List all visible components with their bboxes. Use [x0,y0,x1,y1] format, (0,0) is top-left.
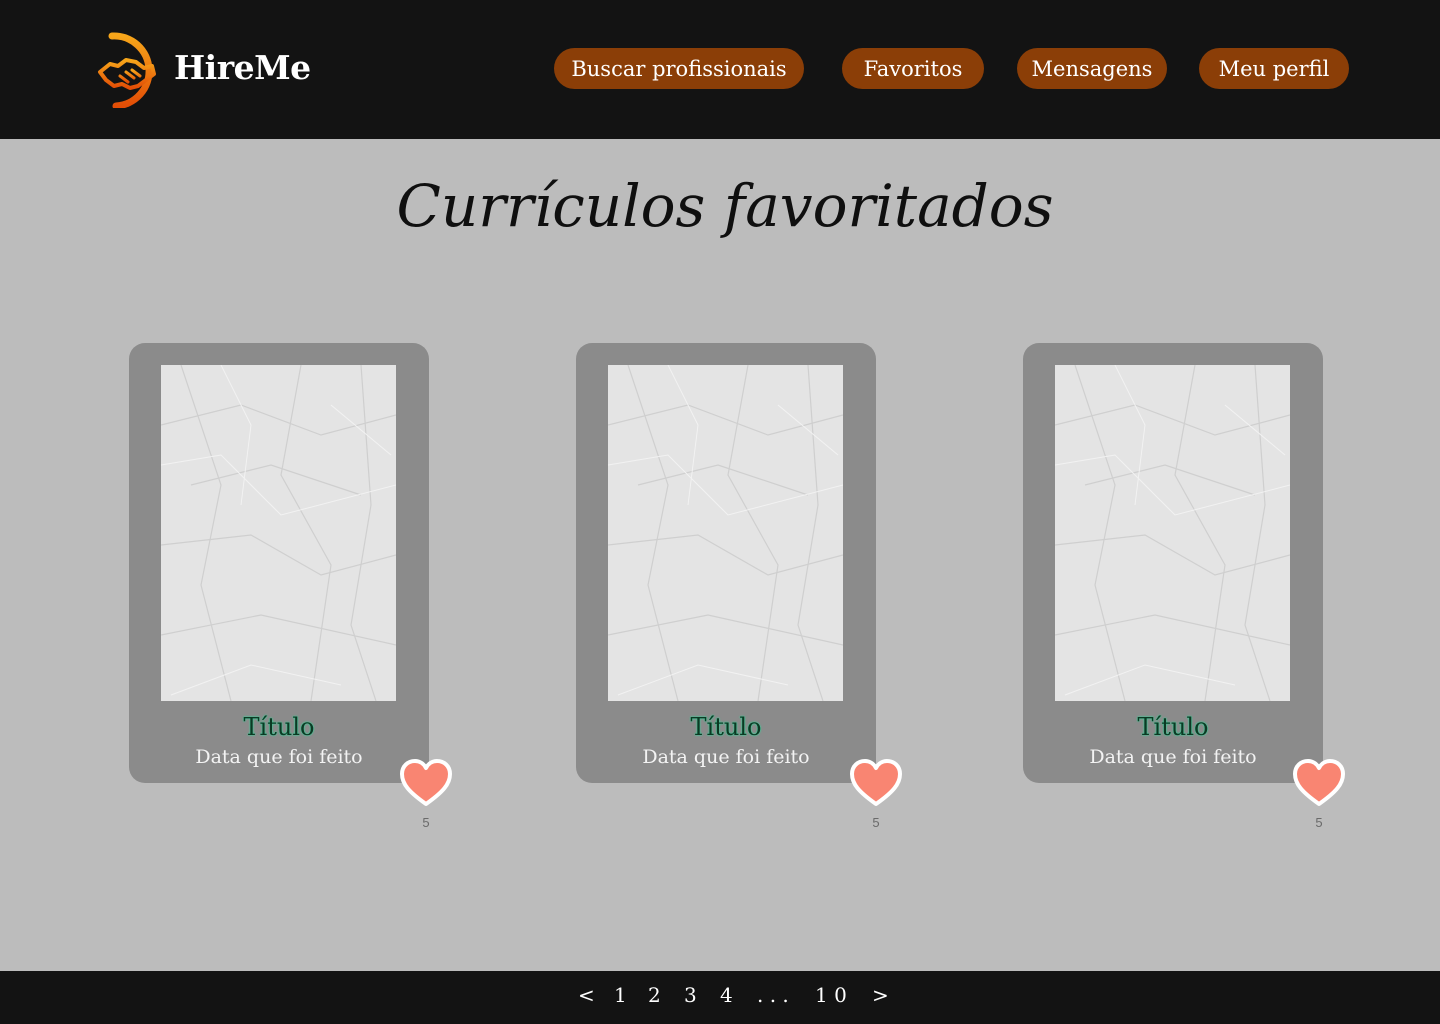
pagination-page-2[interactable]: 2 [648,980,661,1010]
pagination-prev-button[interactable]: < [578,980,595,1010]
pagination-page-4[interactable]: 4 [720,980,733,1010]
favorite-count: 5 [872,815,880,830]
favorite-count: 5 [1315,815,1323,830]
resume-card[interactable]: Título Data que foi feito [576,343,876,783]
handshake-icon[interactable] [96,30,164,110]
heart-icon[interactable] [849,758,903,808]
brand-name[interactable]: HireMe [174,48,311,87]
pagination-next-button[interactable]: > [872,980,889,1010]
nav-buscar-profissionais-button[interactable]: Buscar profissionais [554,48,804,89]
resume-date: Data que foi feito [642,746,810,768]
resume-title: Título [1137,713,1209,741]
resume-date: Data que foi feito [1089,746,1257,768]
resume-date: Data que foi feito [195,746,363,768]
top-navbar: HireMe Buscar profissionais Favoritos Me… [0,0,1440,139]
pagination-page-last[interactable]: 1 0 [815,980,847,1010]
pagination-ellipsis: . . . [757,983,789,1007]
page-title: Currículos favoritados [396,172,1054,240]
resume-thumbnail[interactable] [608,365,843,701]
resume-card[interactable]: Título Data que foi feito [129,343,429,783]
pagination-page-1[interactable]: 1 [614,980,627,1010]
nav-favoritos-button[interactable]: Favoritos [842,48,984,89]
resume-title: Título [690,713,762,741]
resume-card[interactable]: Título Data que foi feito [1023,343,1323,783]
heart-icon[interactable] [1292,758,1346,808]
resume-title: Título [243,713,315,741]
resume-thumbnail[interactable] [1055,365,1290,701]
favorite-count: 5 [422,815,430,830]
nav-meu-perfil-button[interactable]: Meu perfil [1199,48,1349,89]
nav-mensagens-button[interactable]: Mensagens [1017,48,1167,89]
resume-thumbnail[interactable] [161,365,396,701]
heart-icon[interactable] [399,758,453,808]
pagination-page-3[interactable]: 3 [684,980,697,1010]
